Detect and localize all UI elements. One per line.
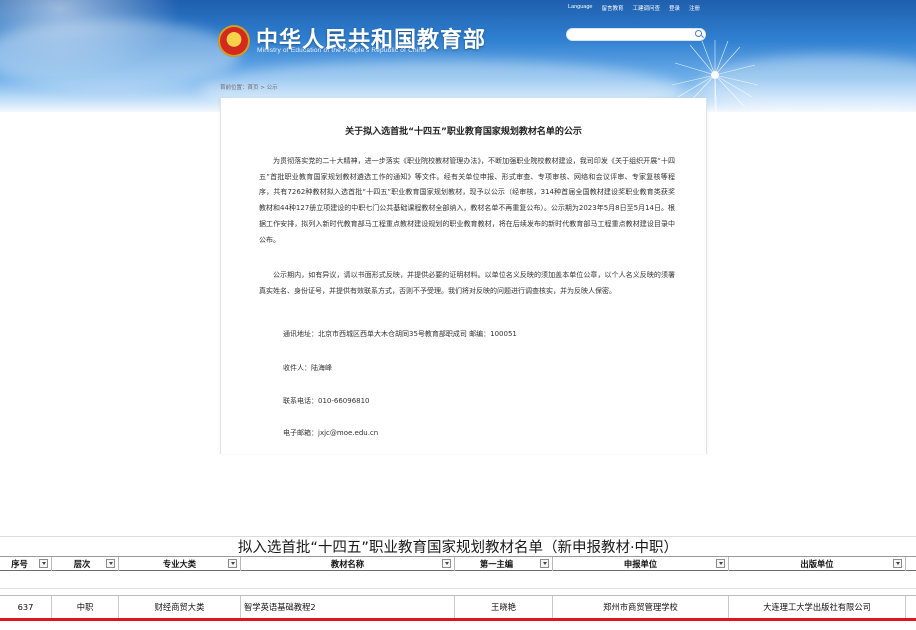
column-header-label: 层次 [73, 559, 91, 569]
column-header-unit: 申报单位 [553, 557, 729, 571]
link-language[interactable]: Language [568, 4, 592, 12]
column-header-label: 教材名称 [330, 559, 365, 569]
cell-seq: 637 [0, 596, 52, 618]
column-header-label: 专业大类 [162, 559, 197, 569]
filter-dropdown-icon[interactable] [442, 559, 451, 568]
column-header-level: 层次 [52, 557, 119, 571]
link-register[interactable]: 注册 [689, 4, 700, 12]
sheet-title: 拟入选首批“十四五”职业教育国家规划教材名单（新申报教材·中职） [237, 540, 679, 556]
divider [0, 588, 916, 589]
table-header-row: 序号 层次 专业大类 教材名称 第一主编 申报单位 出版单位 [0, 556, 916, 571]
column-header-publisher: 出版单位 [729, 557, 906, 571]
contact-phone: 联系电话：010-66096810 [283, 397, 370, 405]
highlight-underline [0, 618, 916, 621]
notice-article: 关于拟入选首批“十四五”职业教育国家规划教材名单的公示 为贯彻落实党的二十大精神… [220, 98, 707, 454]
cell-editor: 王晓艳 [455, 596, 553, 618]
link-login[interactable]: 登录 [669, 4, 680, 12]
column-header-major: 专业大类 [119, 557, 241, 571]
column-header-label: 申报单位 [623, 559, 658, 569]
notice-paragraph: 公示期内，如有异议，请以书面形式反映，并提供必要的证明材料。以单位名义反映的须加… [259, 271, 675, 295]
cell-unit: 郑州市商贸管理学校 [553, 596, 729, 618]
site-header-banner: 中华人民共和国教育部 Ministry of Education of the … [0, 0, 916, 112]
search-icon[interactable] [695, 30, 702, 37]
banner-cloud [0, 20, 240, 90]
contact-recipient: 收件人：陆海峰 [283, 364, 332, 372]
filter-dropdown-icon[interactable] [106, 559, 115, 568]
link-message[interactable]: 留言教育 [601, 4, 623, 12]
column-header-label: 第一主编 [479, 559, 514, 569]
column-header-textbook: 教材名称 [241, 557, 455, 571]
column-header-label: 序号 [11, 559, 28, 569]
site-subtitle: Ministry of Education of the People's Re… [257, 47, 427, 54]
cell-major: 财经商贸大类 [119, 596, 241, 618]
column-header-editor: 第一主编 [455, 557, 553, 571]
filter-dropdown-icon[interactable] [540, 559, 549, 568]
column-header-seq: 序号 [0, 557, 52, 571]
contact-address: 通讯地址：北京市西城区西单大木仓胡同35号教育部职成司 邮编：100051 [283, 330, 517, 338]
filter-dropdown-icon[interactable] [893, 559, 902, 568]
top-links-bar: Language 留言教育 工建调问查 登录 注册 [568, 4, 700, 12]
page: 中华人民共和国教育部 Ministry of Education of the … [0, 0, 916, 630]
cell-textbook: 智学英语基础教程2 [241, 596, 455, 618]
notice-title: 关于拟入选首批“十四五”职业教育国家规划教材名单的公示 [345, 127, 582, 137]
link-survey[interactable]: 工建调问查 [633, 4, 661, 12]
contact-email[interactable]: 电子邮箱：jxjc@moe.edu.cn [283, 428, 378, 438]
spreadsheet-excerpt: 拟入选首批“十四五”职业教育国家规划教材名单（新申报教材·中职） 序号 层次 专… [0, 520, 916, 630]
search-input[interactable] [566, 28, 706, 41]
cell-publisher: 大连理工大学出版社有限公司 [729, 596, 906, 618]
notice-paragraph: 为贯彻落实党的二十大精神，进一步落实《职业院校教材管理办法》，不断加强职业院校教… [259, 157, 675, 244]
filter-dropdown-icon[interactable] [39, 559, 48, 568]
cell-level: 中职 [52, 596, 119, 618]
column-header-label: 出版单位 [800, 559, 834, 569]
filter-dropdown-icon[interactable] [228, 559, 237, 568]
filter-dropdown-icon[interactable] [716, 559, 725, 568]
national-emblem-icon [218, 25, 250, 57]
table-row: 637 中职 财经商贸大类 智学英语基础教程2 王晓艳 郑州市商贸管理学校 大连… [0, 595, 916, 618]
breadcrumb: 首前位置：首页 > 公示 [220, 85, 278, 91]
